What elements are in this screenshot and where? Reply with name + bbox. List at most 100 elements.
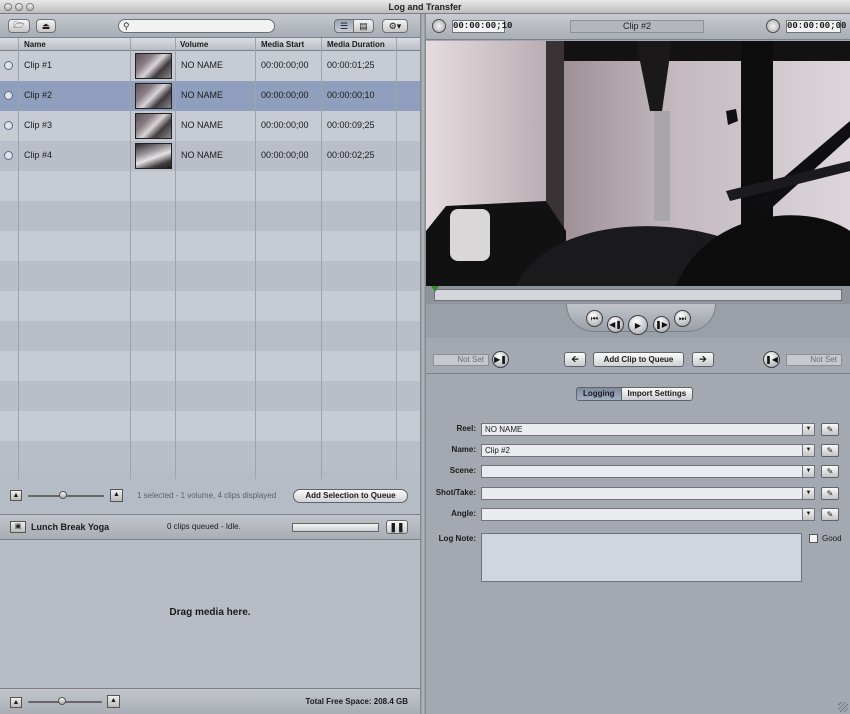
resize-grip-icon[interactable] xyxy=(838,702,848,712)
scene-options-button[interactable]: ✎ xyxy=(821,465,839,478)
mark-in-button[interactable]: ▶❚ xyxy=(492,351,509,368)
queue-thumbnail-slider-knob[interactable] xyxy=(58,697,66,705)
column-header-name[interactable]: Name xyxy=(24,40,46,49)
playhead-marker[interactable] xyxy=(431,286,439,292)
duration-timecode[interactable]: 00:00:00;10 xyxy=(452,20,512,33)
column-divider xyxy=(175,38,176,479)
queue-footer: ▲ ▲ Total Free Space: 208.4 GB xyxy=(0,688,420,714)
list-view-button[interactable]: ☰ xyxy=(334,19,354,33)
good-label: Good xyxy=(822,534,842,543)
chevron-down-icon[interactable]: ▼ xyxy=(802,445,814,456)
add-clip-to-queue-button[interactable]: Add Clip to Queue xyxy=(593,352,684,367)
go-to-out-point-button[interactable]: ⏭ xyxy=(674,310,691,327)
chevron-down-icon[interactable]: ▼ xyxy=(802,466,814,477)
shot-take-label: Shot/Take: xyxy=(435,488,476,497)
tab-logging[interactable]: Logging xyxy=(576,387,622,401)
log-note-textarea[interactable] xyxy=(481,533,802,582)
column-header-media-start[interactable]: Media Start xyxy=(261,40,304,49)
eject-icon: ⏏ xyxy=(41,20,51,31)
scene-label: Scene: xyxy=(449,466,476,475)
minimize-window-button[interactable] xyxy=(15,3,23,11)
search-field[interactable]: ⚲ xyxy=(118,19,275,33)
in-point-field[interactable]: Not Set xyxy=(433,354,489,366)
column-header-media-duration[interactable]: Media Duration xyxy=(327,40,385,49)
empty-row xyxy=(0,291,420,321)
clip-view-button[interactable]: ▤ xyxy=(353,19,374,33)
play-button[interactable]: ▶ xyxy=(628,315,648,335)
clip-name: Clip #4 xyxy=(24,150,53,160)
previous-clip-button[interactable]: 🡨 xyxy=(564,352,586,367)
close-window-button[interactable] xyxy=(4,3,12,11)
chevron-down-icon[interactable]: ▼ xyxy=(802,488,814,499)
reel-options-button[interactable]: ✎ xyxy=(821,423,839,436)
jog-dial-icon[interactable] xyxy=(766,19,780,33)
reel-field[interactable]: NO NAME ▼ xyxy=(481,423,815,436)
mark-out-button[interactable]: ❚◀ xyxy=(763,351,780,368)
step-forward-button[interactable]: ❚▶ xyxy=(653,316,670,333)
scrub-track[interactable] xyxy=(434,289,842,301)
column-header-volume[interactable]: Volume xyxy=(180,40,208,49)
name-options-button[interactable]: ✎ xyxy=(821,444,839,457)
chevron-down-icon[interactable]: ▼ xyxy=(802,509,814,520)
clip-name: Clip #2 xyxy=(24,90,53,100)
name-field[interactable]: Clip #2 ▼ xyxy=(481,444,815,457)
empty-row xyxy=(0,201,420,231)
pause-queue-button[interactable]: ❚❚ xyxy=(386,520,408,534)
empty-row xyxy=(0,381,420,411)
scene-field[interactable]: ▼ xyxy=(481,465,815,478)
name-label: Name: xyxy=(451,445,476,454)
clip-thumbnail xyxy=(135,53,172,79)
tab-import-settings[interactable]: Import Settings xyxy=(621,387,694,401)
transport-controls: ⏮ ◀❚ ▶ ❚▶ ⏭ xyxy=(426,304,850,338)
clip-thumbnail xyxy=(135,143,172,169)
go-to-end-icon: ⏭ xyxy=(678,313,687,323)
list-icon: ☰ xyxy=(339,20,349,31)
go-to-in-point-button[interactable]: ⏮ xyxy=(586,310,603,327)
shot-take-options-button[interactable]: ✎ xyxy=(821,487,839,500)
browser-status-text: 1 selected - 1 volume, 4 clips displayed xyxy=(137,491,277,500)
edit-icon: ✎ xyxy=(826,467,834,476)
out-point-field[interactable]: Not Set xyxy=(786,354,842,366)
window-title: Log and Transfer xyxy=(388,2,462,12)
step-back-icon: ◀❚ xyxy=(609,320,622,329)
in-out-controls: Not Set ▶❚ 🡨 Add Clip to Queue 🡪 ❚◀ Not … xyxy=(426,344,850,374)
thumbnail-size-slider-knob[interactable] xyxy=(59,491,67,499)
zoom-window-button[interactable] xyxy=(26,3,34,11)
column-divider xyxy=(130,38,131,479)
angle-field[interactable]: ▼ xyxy=(481,508,815,521)
table-row[interactable]: Clip #3 NO NAME 00:00:00;00 00:00:09;25 xyxy=(0,111,420,141)
action-menu-button[interactable]: ⚙▾ xyxy=(382,19,408,33)
queue-drop-area[interactable]: Drag media here. xyxy=(0,541,420,688)
empty-row xyxy=(0,321,420,351)
arrow-right-icon: 🡪 xyxy=(699,354,707,364)
good-checkbox[interactable] xyxy=(809,534,818,543)
clip-status-indicator[interactable] xyxy=(4,61,13,70)
table-row[interactable]: Clip #2 NO NAME 00:00:00;00 00:00:00;10 xyxy=(0,81,420,111)
drop-media-label: Drag media here. xyxy=(169,607,251,618)
clip-volume: NO NAME xyxy=(181,90,224,100)
next-clip-button[interactable]: 🡪 xyxy=(692,352,714,367)
clip-media-start: 00:00:00;00 xyxy=(261,90,309,100)
chevron-down-icon[interactable]: ▼ xyxy=(802,424,814,435)
table-row[interactable]: Clip #1 NO NAME 00:00:00;00 00:00:01;25 xyxy=(0,51,420,81)
clip-volume: NO NAME xyxy=(181,120,224,130)
clip-status-indicator[interactable] xyxy=(4,91,13,100)
add-selection-to-queue-button[interactable]: Add Selection to Queue xyxy=(293,489,408,503)
step-back-button[interactable]: ◀❚ xyxy=(607,316,624,333)
eject-button[interactable]: ⏏ xyxy=(36,19,56,33)
empty-row xyxy=(0,231,420,261)
column-divider xyxy=(255,38,256,479)
browser-toolbar: 🗁 ⏏ ⚲ ☰ ▤ ⚙▾ xyxy=(0,14,420,38)
clip-status-indicator[interactable] xyxy=(4,121,13,130)
shuttle-dial-icon[interactable] xyxy=(432,19,446,33)
large-thumbnail-icon: ▲ xyxy=(110,489,123,502)
add-folder-button[interactable]: 🗁 xyxy=(8,19,30,33)
shot-take-field[interactable]: ▼ xyxy=(481,487,815,500)
scrub-bar[interactable] xyxy=(426,286,850,304)
clip-status-indicator[interactable] xyxy=(4,151,13,160)
current-timecode[interactable]: 00:00:00;00 xyxy=(786,20,846,33)
angle-options-button[interactable]: ✎ xyxy=(821,508,839,521)
preview-pane: 00:00:00;10 Clip #2 00:00:00;00 ⏮ ◀❚ ▶ ❚… xyxy=(426,14,850,714)
table-row[interactable]: Clip #4 NO NAME 00:00:00;00 00:00:02;25 xyxy=(0,141,420,171)
viewer-header: 00:00:00;10 Clip #2 00:00:00;00 xyxy=(426,14,850,40)
